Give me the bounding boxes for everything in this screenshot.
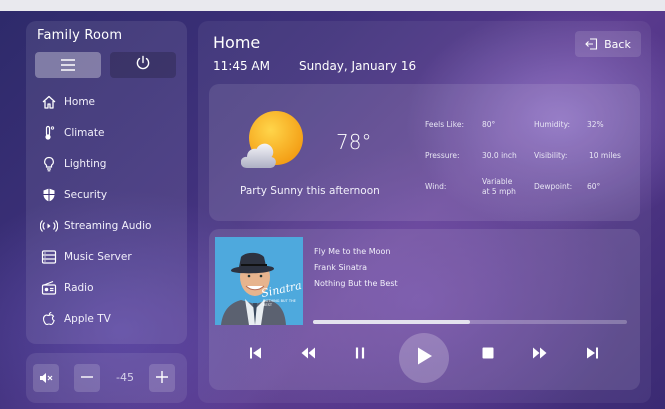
skip-next-button[interactable] — [579, 341, 605, 367]
sidebar-item-label: Lighting — [64, 158, 107, 170]
sidebar-item-label: Security — [64, 189, 108, 201]
sidebar-item-label: Music Server — [64, 251, 132, 263]
stop-icon — [481, 345, 495, 364]
sidebar-item-label: Apple TV — [64, 313, 111, 325]
sidebar-item-lighting[interactable]: Lighting — [40, 153, 106, 175]
humidity-label: Humidity: — [534, 120, 570, 129]
progress-fill — [313, 320, 470, 324]
track-title: Fly Me to the Moon — [314, 247, 391, 256]
volume-control: -45 — [26, 353, 187, 403]
sidebar-item-radio[interactable]: Radio — [40, 277, 94, 299]
dewpoint-value: 60° — [587, 182, 601, 191]
broadcast-icon — [40, 217, 58, 235]
play-button[interactable] — [399, 333, 449, 383]
rewind-button[interactable] — [295, 341, 321, 367]
power-button[interactable] — [110, 52, 176, 78]
pressure-label: Pressure: — [425, 151, 460, 160]
pressure-value: 30.0 inch — [482, 151, 517, 160]
rewind-icon — [300, 345, 316, 364]
current-time: 11:45 AM — [213, 59, 270, 73]
track-artist: Frank Sinatra — [314, 263, 368, 272]
skip-previous-icon — [249, 345, 263, 364]
feels-like-value: 80° — [482, 120, 496, 129]
top-edge — [0, 0, 665, 11]
wind-value-line1: Variable — [482, 177, 513, 186]
volume-down-button[interactable] — [74, 364, 100, 392]
sidebar-item-label: Streaming Audio — [64, 220, 152, 232]
sidebar-item-streaming-audio[interactable]: Streaming Audio — [40, 215, 151, 237]
mute-button[interactable] — [33, 364, 59, 392]
sidebar-item-home[interactable]: Home — [40, 91, 95, 113]
radio-icon — [40, 279, 58, 297]
back-button[interactable]: Back — [575, 31, 641, 57]
mute-icon — [39, 368, 53, 389]
stop-button[interactable] — [475, 341, 501, 367]
wind-value-line2: at 5 mph — [482, 187, 516, 196]
dewpoint-label: Dewpoint: — [534, 182, 573, 191]
skip-previous-button[interactable] — [243, 341, 269, 367]
now-playing-card: Sinatra NOTHING BUT THE BEST Fly Me to t… — [209, 229, 640, 390]
volume-up-button[interactable] — [149, 364, 175, 392]
apple-icon — [40, 310, 58, 328]
thermometer-icon — [40, 124, 58, 142]
home-icon — [40, 93, 58, 111]
current-date: Sunday, January 16 — [299, 59, 417, 73]
temperature: 78° — [336, 130, 372, 154]
pause-icon — [354, 345, 366, 364]
sidebar-item-security[interactable]: Security — [40, 184, 107, 206]
room-title: Family Room — [37, 28, 123, 43]
sidebar-item-label: Home — [64, 96, 96, 108]
menu-button[interactable] — [35, 52, 101, 78]
partly-cloudy-icon — [240, 110, 303, 170]
weather-card: 78° Party Sunny this afternoon Feels Lik… — [209, 84, 640, 221]
plus-icon — [155, 368, 169, 389]
hamburger-icon — [60, 56, 76, 75]
visibility-value: 10 miles — [589, 151, 621, 160]
minus-icon — [80, 368, 94, 389]
sidebar-item-apple-tv[interactable]: Apple TV — [40, 308, 111, 330]
track-album: Nothing But the Best — [314, 279, 398, 288]
fast-forward-icon — [532, 345, 548, 364]
progress-bar[interactable] — [313, 320, 627, 324]
server-icon — [40, 248, 58, 266]
back-label: Back — [604, 37, 631, 51]
humidity-value: 32% — [587, 120, 604, 129]
volume-value: -45 — [116, 371, 134, 384]
play-icon — [415, 346, 433, 370]
forecast-text: Party Sunny this afternoon — [240, 185, 380, 197]
album-art-subtitle: NOTHING BUT THE BEST — [263, 299, 296, 308]
sidebar-item-label: Climate — [64, 127, 105, 139]
visibility-label: Visibility: — [534, 151, 568, 160]
album-art: Sinatra NOTHING BUT THE BEST — [215, 237, 303, 325]
skip-next-icon — [585, 345, 599, 364]
fast-forward-button[interactable] — [527, 341, 553, 367]
sidebar: Family Room Home Climate Lighting Securi… — [26, 21, 187, 344]
lightbulb-icon — [40, 155, 58, 173]
page-title: Home — [213, 33, 261, 52]
feels-like-label: Feels Like: — [425, 120, 464, 129]
sidebar-item-climate[interactable]: Climate — [40, 122, 104, 144]
pause-button[interactable] — [347, 341, 373, 367]
sidebar-item-label: Radio — [64, 282, 94, 294]
power-icon — [135, 55, 151, 75]
wind-label: Wind: — [425, 182, 447, 191]
back-icon — [585, 38, 598, 50]
shield-icon — [40, 186, 58, 204]
sidebar-item-music-server[interactable]: Music Server — [40, 246, 132, 268]
